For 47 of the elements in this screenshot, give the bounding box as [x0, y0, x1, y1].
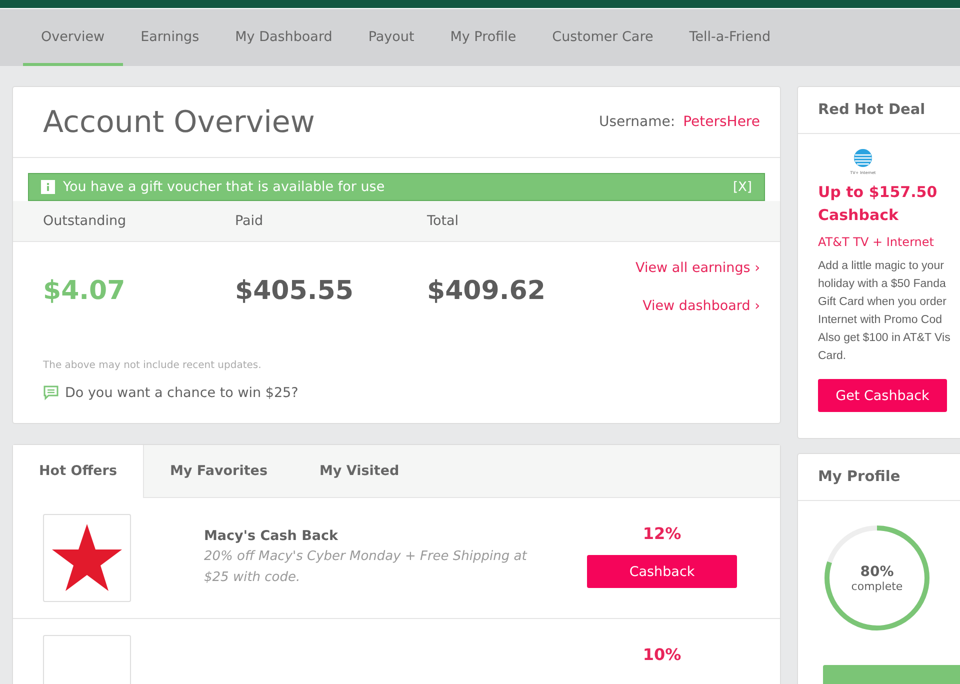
- deal-description: holiday with a $50 Fanda: [818, 277, 947, 292]
- nav-tab[interactable]: Earnings: [122, 9, 218, 66]
- nav-tab[interactable]: Payout: [350, 9, 432, 66]
- column-heading: Outstanding: [43, 213, 128, 229]
- offers-tab[interactable]: Hot Offers: [13, 445, 144, 498]
- offer-name[interactable]: Macy's Cash Back: [204, 528, 534, 544]
- deal-description: Also get $100 in AT&T Vis: [818, 331, 952, 346]
- nav-tab[interactable]: Overview: [23, 9, 123, 66]
- offer-description: 20% off Macy's Cyber Monday + Free Shipping at $25 with code.: [204, 548, 528, 587]
- deal-description: Card.: [818, 349, 848, 364]
- nav-tab[interactable]: Customer Care: [534, 9, 672, 66]
- progress-caption: complete: [851, 580, 903, 592]
- cashback-rate: 10%: [642, 645, 682, 664]
- store-logo[interactable]: [43, 514, 131, 602]
- prompt-link[interactable]: Do you want a chance to win $25?: [65, 385, 298, 401]
- page-title: Account Overview: [43, 104, 316, 140]
- username-link[interactable]: PetersHere: [683, 114, 760, 130]
- amount-value: $409.62: [427, 276, 546, 306]
- note-text: The above may not include recent updates.: [43, 360, 262, 371]
- progress-percent: 80%: [860, 564, 894, 580]
- column-heading: Paid: [235, 213, 264, 229]
- username-label: Username:: [598, 114, 676, 130]
- cashback-button[interactable]: Cashback: [587, 555, 737, 588]
- get-cashback-button[interactable]: Get Cashback: [818, 379, 947, 412]
- deal-headline: Up to $157.50 Cashback: [818, 182, 938, 226]
- offers-tab[interactable]: My Favorites: [144, 445, 294, 497]
- product-name: AT&T TV + Internet: [818, 235, 935, 249]
- chat-icon: [43, 385, 59, 401]
- amount-value: $4.07: [43, 276, 126, 306]
- info-icon: [41, 180, 55, 194]
- deal-description: Internet with Promo Cod: [818, 313, 944, 328]
- alert-text: You have a gift voucher that is available for use: [63, 179, 386, 195]
- card-title: Red Hot Deal: [798, 87, 960, 134]
- earnings-link[interactable]: View all earnings ›: [636, 260, 760, 276]
- offers-tab[interactable]: My Visited: [293, 445, 426, 497]
- nav-tab[interactable]: Tell-a-Friend: [671, 9, 789, 66]
- globe-icon: [853, 148, 873, 168]
- deal-description: Gift Card when you order: [818, 295, 948, 310]
- nav-tab[interactable]: My Dashboard: [217, 9, 350, 66]
- cashback-rate: 12%: [642, 524, 682, 543]
- earnings-link[interactable]: View dashboard ›: [642, 298, 760, 314]
- card-title: My Profile: [798, 454, 960, 501]
- nav-tab[interactable]: My Profile: [432, 9, 534, 66]
- star-icon: [51, 524, 123, 592]
- column-heading: Total: [427, 213, 460, 229]
- deal-description: Add a little magic to your: [818, 259, 945, 274]
- amount-value: $405.55: [235, 276, 354, 306]
